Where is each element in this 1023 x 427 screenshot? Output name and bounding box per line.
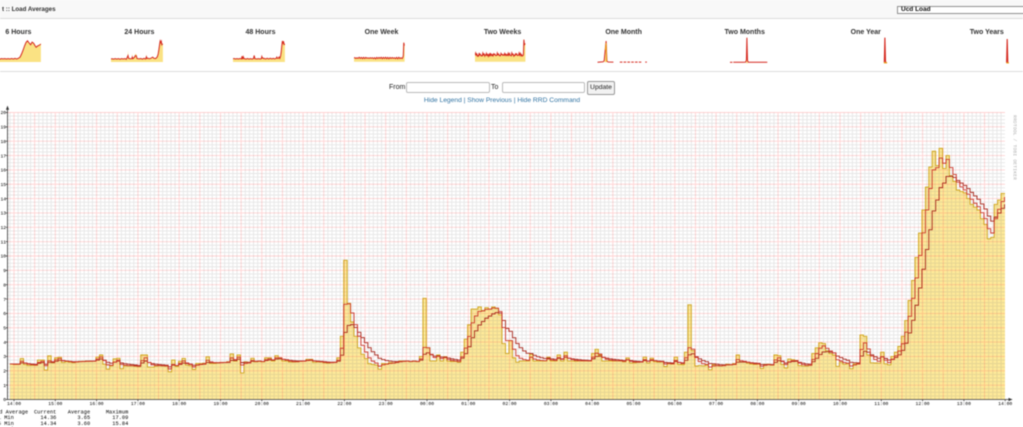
svg-text:09:00: 09:00: [792, 401, 806, 407]
svg-text:15:00: 15:00: [48, 401, 62, 407]
svg-text:23:00: 23:00: [379, 401, 393, 407]
svg-text:14: 14: [0, 196, 6, 202]
svg-text:14:00: 14:00: [998, 401, 1012, 407]
svg-text:20: 20: [0, 110, 6, 116]
svg-text:8: 8: [3, 282, 6, 288]
svg-text:12:00: 12:00: [916, 401, 930, 407]
svg-text:06:00: 06:00: [668, 401, 682, 407]
svg-text:21:00: 21:00: [296, 401, 310, 407]
svg-text:00:00: 00:00: [420, 401, 434, 407]
svg-text:9: 9: [3, 268, 6, 274]
svg-text:10:00: 10:00: [833, 401, 847, 407]
svg-text:6: 6: [3, 311, 6, 317]
svg-text:15.84: 15.84: [112, 421, 128, 427]
svg-text:3.60: 3.60: [77, 421, 90, 427]
svg-text:08:00: 08:00: [750, 401, 764, 407]
svg-text:1: 1: [3, 383, 6, 389]
svg-text:07:00: 07:00: [709, 401, 723, 407]
svg-text:3: 3: [3, 354, 6, 360]
svg-text:13: 13: [0, 211, 6, 217]
svg-text:14:00: 14:00: [7, 401, 21, 407]
svg-text:18: 18: [0, 139, 6, 145]
svg-text:7: 7: [3, 297, 6, 303]
svg-text:0: 0: [3, 397, 6, 403]
svg-text:16: 16: [0, 168, 6, 174]
svg-text:20:00: 20:00: [255, 401, 269, 407]
svg-text:02:00: 02:00: [503, 401, 517, 407]
svg-text:15: 15: [0, 182, 6, 188]
svg-text:03:00: 03:00: [544, 401, 558, 407]
svg-text:13:00: 13:00: [957, 401, 971, 407]
svg-text:14.34: 14.34: [40, 421, 56, 427]
svg-text:17:00: 17:00: [131, 401, 145, 407]
svg-text:04:00: 04:00: [585, 401, 599, 407]
svg-text:19: 19: [0, 125, 6, 131]
svg-text:11: 11: [0, 239, 6, 245]
svg-text:05:00: 05:00: [626, 401, 640, 407]
svg-text:10: 10: [0, 254, 6, 260]
svg-text:22:00: 22:00: [337, 401, 351, 407]
svg-text:19:00: 19:00: [213, 401, 227, 407]
svg-text:16:00: 16:00: [90, 401, 104, 407]
svg-text:01:00: 01:00: [461, 401, 475, 407]
svg-text:17: 17: [0, 153, 6, 159]
svg-text:11:00: 11:00: [874, 401, 888, 407]
svg-text:4: 4: [3, 340, 6, 346]
svg-text:12: 12: [0, 225, 6, 231]
svg-text:5: 5: [3, 325, 6, 331]
svg-text:2: 2: [3, 369, 6, 375]
svg-text:18:00: 18:00: [172, 401, 186, 407]
svg-text:RRDTOOL / TOBI OETIKER: RRDTOOL / TOBI OETIKER: [1012, 115, 1018, 180]
